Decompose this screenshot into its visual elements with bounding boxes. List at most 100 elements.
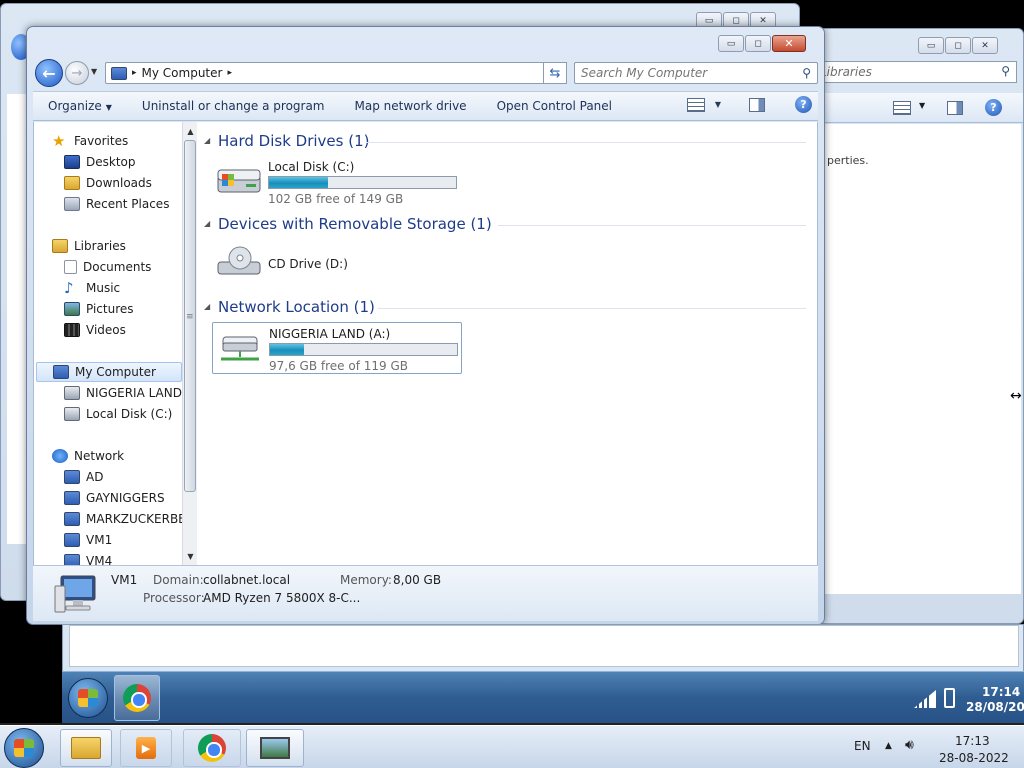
search-box[interactable]: Libraries ⚲ (815, 61, 1017, 83)
nav-libraries[interactable]: Libraries (52, 236, 126, 256)
nav-item-documents[interactable]: Documents (64, 257, 151, 277)
breadcrumb-arrow-icon[interactable]: ▸ (132, 68, 137, 78)
show-hidden-icons-icon[interactable]: ▲ (885, 741, 892, 751)
search-icon[interactable]: ⚲ (802, 66, 811, 80)
desktop-icon (64, 155, 80, 169)
close-button[interactable]: ✕ (772, 35, 806, 52)
view-options-icon[interactable] (686, 97, 705, 112)
nav-item-network-drive[interactable]: NIGGERIA LAND (64, 383, 182, 403)
taskbar-chrome-button[interactable] (183, 729, 241, 767)
nav-item-pictures[interactable]: Pictures (64, 299, 134, 319)
scroll-down-icon[interactable]: ▼ (183, 549, 198, 563)
drive-usage-fill (270, 344, 304, 355)
language-indicator[interactable]: EN (854, 739, 871, 753)
explorer-window[interactable]: ▭ ◻ ✕ ← → ▼ ▸ My Computer ▸ ▼ ⇆ ⚲ Organi… (26, 26, 825, 625)
nav-item-computer-vm4[interactable]: VM4 (64, 551, 112, 565)
uninstall-program-button[interactable]: Uninstall or change a program (127, 99, 340, 113)
group-divider (366, 142, 806, 143)
organize-menu[interactable]: Organize ▼ (33, 99, 127, 113)
group-header-removable-storage[interactable]: Devices with Removable Storage (1) (218, 215, 492, 233)
drive-tile-network-drive[interactable]: NIGGERIA LAND (A:) 97,6 GB free of 119 G… (212, 322, 462, 374)
pictures-icon (64, 302, 80, 316)
processor-label: Processor: (143, 591, 205, 605)
nav-label: Videos (86, 323, 126, 337)
nav-item-computer-2[interactable]: GAYNIGGERS (64, 488, 165, 508)
collapse-arrow-icon[interactable]: ◢ (204, 302, 210, 311)
breadcrumb-arrow-icon[interactable]: ▸ (227, 68, 232, 78)
remote-clock-time[interactable]: 17:14 (982, 685, 1020, 699)
start-button[interactable] (4, 728, 44, 768)
preview-pane-icon[interactable] (947, 101, 963, 115)
nav-item-computer-vm1[interactable]: VM1 (64, 530, 112, 550)
window-body: ★ Favorites Desktop Downloads Recent Plac… (33, 122, 818, 565)
taskbar-media-player-button[interactable]: ▶ (120, 729, 172, 767)
back-button[interactable]: ← (35, 59, 63, 87)
nav-item-desktop[interactable]: Desktop (64, 152, 136, 172)
collapse-arrow-icon[interactable]: ◢ (204, 136, 210, 145)
computer-icon (54, 575, 96, 613)
navigation-pane: ★ Favorites Desktop Downloads Recent Plac… (34, 122, 182, 565)
scroll-up-icon[interactable]: ▲ (183, 124, 198, 138)
taskbar-explorer-button[interactable] (60, 729, 112, 767)
domain-label: Domain: (153, 573, 204, 587)
taskbar-remote-desktop-button[interactable] (246, 729, 304, 767)
taskbar-chrome-button[interactable] (114, 675, 160, 721)
search-box[interactable]: ⚲ (574, 62, 818, 84)
battery-icon[interactable] (944, 688, 955, 708)
nav-label: Documents (83, 260, 152, 274)
media-player-icon: ▶ (136, 737, 156, 759)
chevron-down-icon[interactable]: ▼ (919, 101, 925, 110)
search-input[interactable] (581, 64, 781, 82)
nav-item-computer-ad[interactable]: AD (64, 467, 103, 487)
chevron-down-icon[interactable]: ▼ (715, 100, 721, 109)
drive-usage-fill (269, 177, 328, 188)
background-window-right[interactable]: ▭ ◻ ✕ Libraries ⚲ ▼ ? perties. (800, 28, 1024, 624)
collapse-arrow-icon[interactable]: ◢ (204, 219, 210, 228)
group-header-hard-disk-drives[interactable]: Hard Disk Drives (1) (218, 132, 369, 150)
chrome-icon (123, 684, 151, 712)
recent-pages-dropdown-icon[interactable]: ▼ (91, 67, 97, 76)
group-header-network-location[interactable]: Network Location (1) (218, 298, 375, 316)
nav-item-computer-3[interactable]: MARKZUCKERBE (64, 509, 182, 529)
hard-disk-icon (217, 169, 261, 193)
nav-item-local-disk[interactable]: Local Disk (C:) (64, 404, 172, 424)
open-control-panel-button[interactable]: Open Control Panel (482, 99, 627, 113)
signal-strength-icon[interactable] (914, 690, 936, 708)
start-button[interactable] (68, 678, 108, 718)
view-options-icon[interactable] (893, 101, 911, 115)
nav-network[interactable]: Network (52, 446, 124, 466)
nav-my-computer[interactable]: My Computer (36, 362, 182, 382)
remote-taskbar: 17:14 28/08/2022 (62, 671, 1024, 723)
nav-item-music[interactable]: ♪ Music (64, 278, 120, 298)
minimize-button[interactable]: ▭ (918, 37, 944, 54)
computer-icon (64, 491, 80, 505)
close-button[interactable]: ✕ (972, 37, 998, 54)
drive-tile-local-disk[interactable]: Local Disk (C:) 102 GB free of 149 GB (212, 156, 462, 208)
forward-button[interactable]: → (65, 61, 89, 85)
nav-label: Network (74, 449, 125, 463)
nav-item-videos[interactable]: Videos (64, 320, 126, 340)
memory-label: Memory: (340, 573, 392, 587)
clock-time[interactable]: 17:13 (955, 734, 990, 748)
nav-item-downloads[interactable]: Downloads (64, 173, 152, 193)
command-bar: Organize ▼ Uninstall or change a program … (33, 91, 818, 121)
navigation-scrollbar[interactable]: ▲ ≡ ▼ (182, 122, 197, 565)
help-icon[interactable]: ? (795, 96, 812, 113)
maximize-button[interactable]: ◻ (945, 37, 971, 54)
clock-date[interactable]: 28-08-2022 (939, 751, 1009, 765)
help-icon[interactable]: ? (985, 99, 1002, 116)
nav-favorites[interactable]: ★ Favorites (52, 131, 128, 151)
remote-clock-date[interactable]: 28/08/2022 (966, 700, 1024, 714)
breadcrumb-my-computer[interactable]: My Computer (142, 66, 223, 80)
minimize-button[interactable]: ▭ (718, 35, 744, 52)
maximize-button[interactable]: ◻ (745, 35, 771, 52)
preview-pane-icon[interactable] (749, 97, 765, 112)
nav-item-recent-places[interactable]: Recent Places (64, 194, 169, 214)
volume-icon[interactable]: 🔊︎ (905, 737, 914, 753)
drive-tile-cd-drive[interactable]: CD Drive (D:) (212, 240, 462, 292)
nav-label: NIGGERIA LAND (86, 386, 182, 400)
map-network-drive-button[interactable]: Map network drive (340, 99, 482, 113)
back-arrow-icon: ← (42, 63, 56, 83)
refresh-button[interactable]: ⇆ (543, 62, 567, 84)
address-bar[interactable]: ▸ My Computer ▸ ▼ (105, 62, 565, 84)
